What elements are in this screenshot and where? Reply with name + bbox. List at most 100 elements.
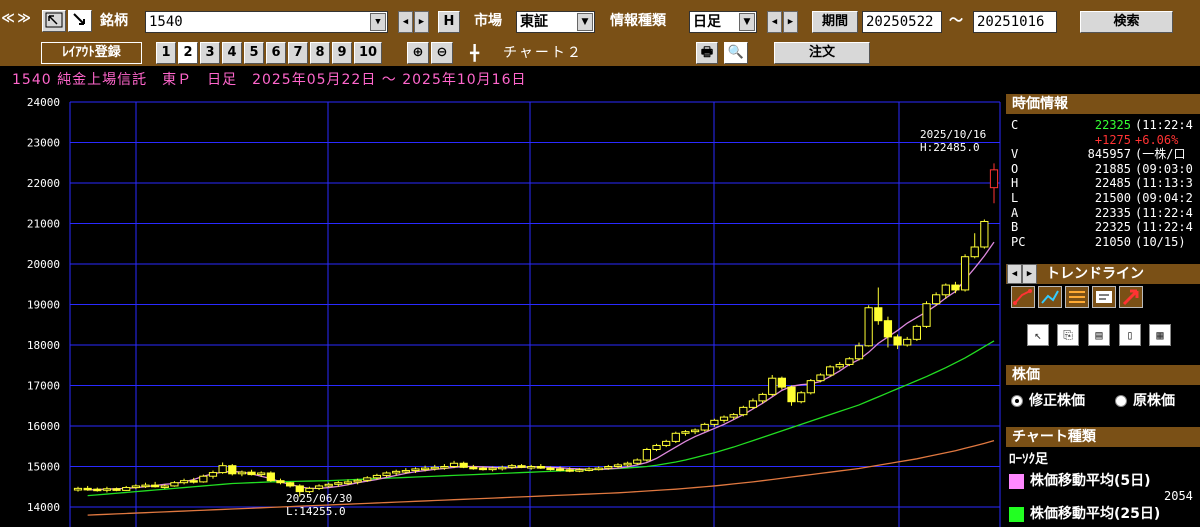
candle-body — [758, 393, 767, 402]
trendline-tool-icon[interactable] — [1011, 286, 1035, 308]
info-type-select[interactable]: 日足 ▼ — [689, 11, 757, 33]
layout-5-button[interactable]: 5 — [244, 42, 264, 64]
quote-value: 22335 — [1094, 205, 1131, 220]
price-chart[interactable]: 14000 15000 16000 17000 18000 19000 20000 21000… — [0, 94, 1003, 527]
quote-row: V 845957 (一株/口 — [1011, 147, 1200, 161]
candle-body — [903, 338, 912, 346]
nav-prev-button[interactable]: ≪ — [0, 9, 16, 33]
quote-value: +1275 — [1094, 132, 1131, 147]
order-button[interactable]: 注文 — [774, 42, 870, 64]
zoom-in-icon[interactable]: ⊕ — [407, 42, 429, 64]
candle-body — [864, 307, 873, 347]
fibonacci-tool-icon[interactable] — [1065, 286, 1089, 308]
symbol-next-arrow[interactable]: ▶ — [414, 11, 429, 33]
quote-time: (11:22:4 — [1135, 220, 1193, 235]
quote-value: 22325 — [1094, 118, 1131, 132]
chevron-down-icon[interactable]: ▼ — [577, 13, 593, 31]
symbol-prev-arrow[interactable]: ◀ — [398, 11, 413, 33]
arrow-tool-icon[interactable] — [68, 10, 92, 32]
layout-6-button[interactable]: 6 — [266, 42, 286, 64]
candle-body — [257, 472, 266, 476]
copy-icon[interactable]: ⎘ — [1057, 324, 1079, 346]
quote-value: 22325 — [1094, 220, 1131, 235]
range-separator: ～ — [949, 13, 963, 29]
paste-icon[interactable]: ▤ — [1088, 324, 1110, 346]
trendline-m-tool-icon[interactable] — [1038, 286, 1062, 308]
quote-time: (11:22:4 — [1135, 205, 1193, 220]
layout-8-button[interactable]: 8 — [310, 42, 330, 64]
trend-prev-arrow[interactable]: ◀ — [1007, 264, 1022, 284]
end-date-input[interactable]: 20251016 — [973, 11, 1057, 33]
chevron-down-icon[interactable]: ▼ — [370, 13, 386, 31]
preview-icon[interactable]: 🔍 — [724, 42, 748, 64]
candle-body — [642, 448, 652, 461]
layout-10-button[interactable]: 10 — [354, 42, 382, 64]
candlestick-chart-svg[interactable]: 14000 15000 16000 17000 18000 19000 20000 21000… — [0, 94, 1003, 527]
candle-body — [527, 466, 536, 469]
start-date-input[interactable]: 20250522 — [862, 11, 942, 33]
adjusted-price-radio[interactable] — [1011, 395, 1023, 407]
chevron-down-icon[interactable]: ▼ — [739, 13, 755, 31]
layout-9-button[interactable]: 9 — [332, 42, 352, 64]
candle-body — [266, 472, 275, 482]
y-tick-label: 23000 — [27, 137, 60, 150]
candle-body — [372, 474, 382, 479]
candle-body — [199, 475, 208, 483]
candle-body — [237, 471, 247, 475]
delete-icon[interactable]: ▯ — [1119, 324, 1141, 346]
candle-body — [739, 406, 748, 416]
ma5-swatch — [1009, 474, 1024, 489]
candle-body — [102, 488, 112, 491]
candle-body — [141, 484, 150, 488]
layout-3-button[interactable]: 3 — [200, 42, 220, 64]
symbol-h-button[interactable]: H — [438, 11, 460, 33]
quote-row: O 21885 (09:03:0 — [1011, 162, 1200, 176]
zoom-out-icon[interactable]: ⊖ — [431, 42, 453, 64]
period-button[interactable]: 期間 — [812, 11, 858, 33]
quote-key: O — [1011, 161, 1019, 176]
candle-body — [73, 487, 83, 491]
y-tick-label: 24000 — [27, 96, 60, 109]
symbol-input[interactable]: 1540 ▼ — [145, 11, 388, 33]
nav-next-button[interactable]: ≫ — [16, 9, 32, 33]
search-button[interactable]: 検索 — [1080, 11, 1173, 33]
y-tick-label: 20000 — [27, 258, 60, 271]
candle-body — [835, 363, 844, 368]
candle-body — [989, 169, 999, 189]
arrow-draw-tool-icon[interactable] — [1119, 286, 1143, 308]
cursor-tool-icon[interactable] — [42, 10, 66, 32]
annotation-value: H:22485.0 — [920, 141, 980, 154]
quote-value: 845957 — [1087, 147, 1131, 162]
raw-price-radio[interactable] — [1115, 395, 1127, 407]
layout-2-button[interactable]: 2 — [178, 42, 198, 64]
crosshair-icon[interactable]: ╋ — [470, 43, 479, 63]
info-prev-arrow[interactable]: ◀ — [767, 11, 782, 33]
trend-next-arrow[interactable]: ▶ — [1022, 264, 1037, 284]
price-header: 株価 — [1006, 365, 1200, 385]
candle-body — [883, 320, 893, 338]
layout-1-button[interactable]: 1 — [156, 42, 176, 64]
candle-body — [970, 246, 979, 258]
candle-body — [797, 392, 806, 403]
candle-body — [951, 284, 960, 291]
text-tool-icon[interactable] — [1092, 286, 1116, 308]
candle-body — [411, 468, 420, 472]
candle-body — [83, 487, 92, 491]
market-select[interactable]: 東証 ▼ — [516, 11, 595, 33]
info-next-arrow[interactable]: ▶ — [783, 11, 798, 33]
select-pointer-icon[interactable]: ↖ — [1027, 324, 1049, 346]
clear-all-icon[interactable]: ▦ — [1149, 324, 1171, 346]
candle-body — [218, 465, 227, 474]
y-tick-label: 19000 — [27, 299, 60, 312]
print-icon[interactable]: 🖶 — [696, 42, 718, 64]
layout-7-button[interactable]: 7 — [288, 42, 308, 64]
layout-save-button[interactable]: ﾚｲｱｳﾄ登録 — [41, 42, 142, 64]
candle-body — [893, 336, 902, 346]
quote-value: 21885 — [1094, 161, 1131, 176]
chart-type-header: チャート種類 — [1006, 427, 1200, 447]
candle-body — [459, 462, 468, 468]
layout-4-button[interactable]: 4 — [222, 42, 242, 64]
candle-body — [440, 466, 449, 469]
candle-body — [343, 481, 353, 484]
quote-key: B — [1011, 220, 1019, 235]
